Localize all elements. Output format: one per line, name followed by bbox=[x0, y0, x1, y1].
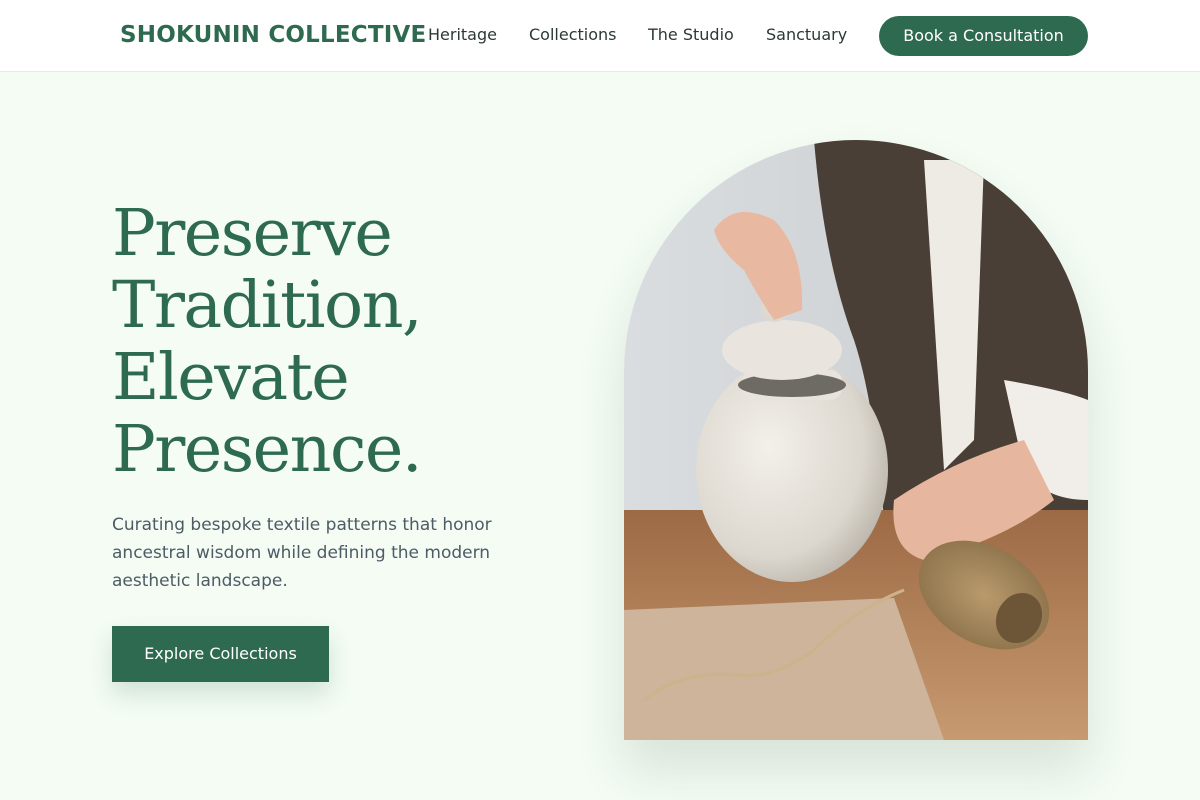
hero-image-arch bbox=[624, 140, 1088, 740]
brand-logo[interactable]: SHOKUNIN COLLECTIVE bbox=[120, 20, 426, 50]
headline-line: Elevate bbox=[112, 340, 350, 415]
nav-link-collections[interactable]: Collections bbox=[529, 24, 616, 46]
artisan-ceramic-photo bbox=[624, 140, 1088, 740]
site-header: SHOKUNIN COLLECTIVE Heritage Collections… bbox=[0, 0, 1200, 72]
hero-subtext: Curating bespoke textile patterns that h… bbox=[112, 515, 492, 591]
nav-link-heritage[interactable]: Heritage bbox=[428, 24, 497, 46]
hero-headline: Preserve Tradition, Elevate Presence. bbox=[112, 198, 572, 486]
nav-link-the-studio[interactable]: The Studio bbox=[648, 24, 734, 46]
headline-line: Preserve bbox=[112, 196, 393, 271]
explore-collections-button[interactable]: Explore Collections bbox=[112, 626, 329, 682]
nav-link-sanctuary[interactable]: Sanctuary bbox=[766, 24, 847, 46]
headline-line: Presence. bbox=[112, 412, 423, 487]
book-consultation-button[interactable]: Book a Consultation bbox=[879, 16, 1088, 56]
headline-line: Tradition, bbox=[112, 268, 423, 343]
